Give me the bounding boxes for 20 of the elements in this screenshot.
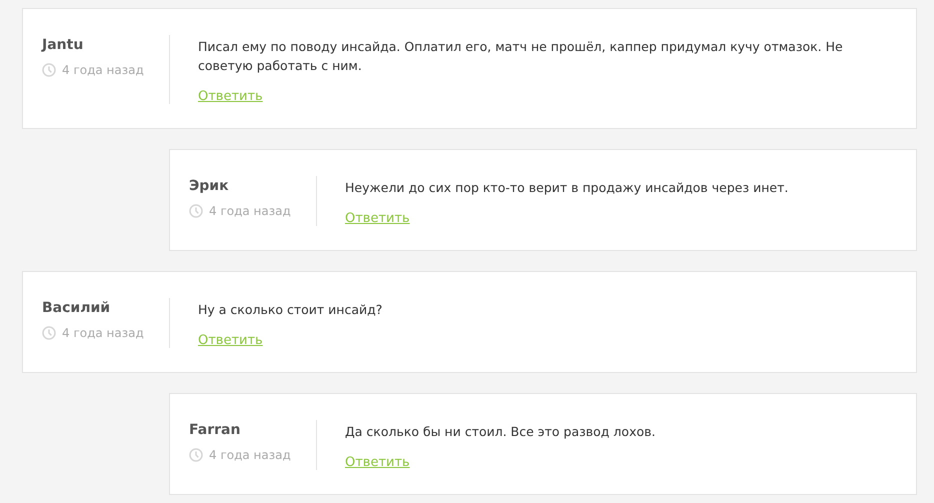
- comment-text: Писал ему по поводу инсайда. Оплатил его, матч не прошёл, каппер придумал кучу отмазок. Не советую работать с ним.: [198, 38, 844, 75]
- clock-icon: [42, 326, 56, 340]
- comment-time: 4 года назад: [62, 63, 144, 77]
- comment-text: Ну а сколько стоит инсайд?: [198, 301, 384, 319]
- comment-time: 4 года назад: [209, 204, 291, 218]
- reply-link[interactable]: Ответить: [345, 211, 410, 226]
- reply-link[interactable]: Ответить: [198, 89, 263, 104]
- comment-text: Неужели до сих пор кто-то верит в продажу инсайдов через инет.: [345, 179, 790, 197]
- author-name: Jantu: [42, 37, 84, 53]
- clock-icon: [189, 448, 203, 462]
- clock-icon: [42, 63, 56, 77]
- comment-time: 4 года назад: [62, 326, 144, 340]
- author-name: Василий: [42, 300, 112, 316]
- reply-link[interactable]: Ответить: [345, 455, 410, 470]
- comment-time: 4 года назад: [209, 448, 291, 462]
- reply-link[interactable]: Ответить: [198, 333, 263, 348]
- clock-icon: [189, 204, 203, 218]
- author-name: Эрик: [189, 178, 230, 194]
- comment-text: Да сколько бы ни стоил. Все это развод лохов.: [345, 423, 656, 441]
- author-name: Farran: [189, 422, 242, 438]
